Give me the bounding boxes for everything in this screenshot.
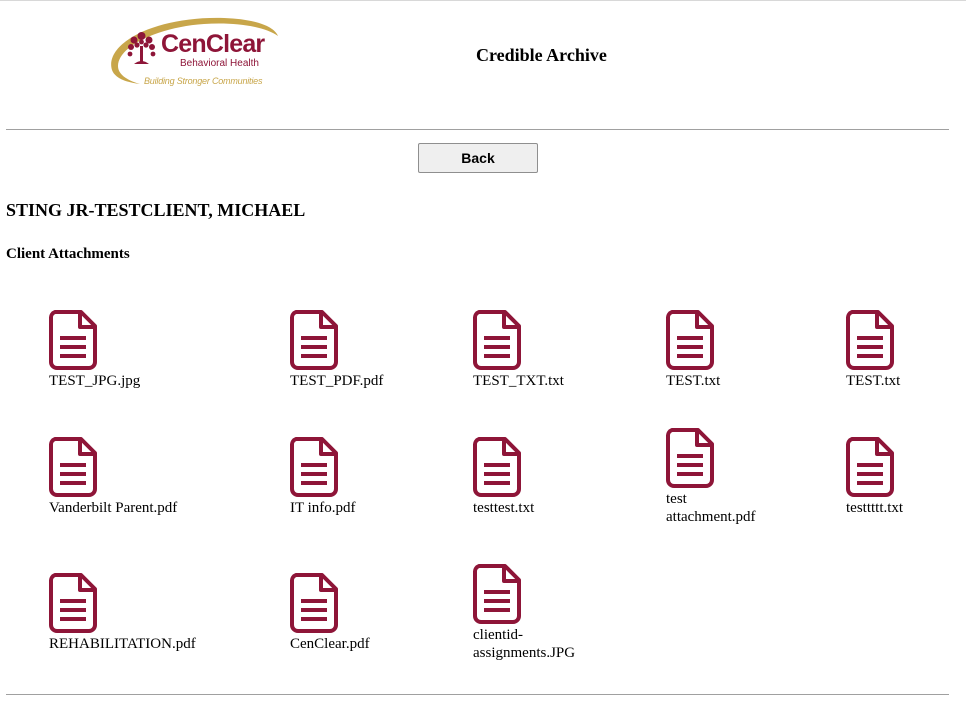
cenclear-logo[interactable]: CenClear Behavioral Health Building Stro… xyxy=(104,14,280,92)
header-divider xyxy=(6,129,949,130)
attachment-item[interactable]: CenClear.pdf xyxy=(290,573,370,652)
client-name: STING JR-TESTCLIENT, MICHAEL xyxy=(6,200,306,220)
attachment-item[interactable]: IT info.pdf xyxy=(290,437,356,516)
logo-name: CenClear xyxy=(161,30,265,58)
attachments-heading: Client Attachments xyxy=(6,246,130,262)
attachment-name[interactable]: Vanderbilt Parent.pdf xyxy=(49,499,179,517)
document-icon xyxy=(846,437,894,497)
attachment-item[interactable]: TEST.txt xyxy=(666,310,720,389)
attachment-item[interactable]: test attachment.pdf xyxy=(666,428,756,525)
document-icon xyxy=(49,573,97,633)
attachment-name[interactable]: testtttt.txt xyxy=(846,499,966,517)
attachment-item[interactable]: clientid-assignments.JPG xyxy=(473,564,575,661)
back-button[interactable]: Back xyxy=(418,143,538,173)
attachment-name[interactable]: TEST_PDF.pdf xyxy=(290,372,420,390)
attachment-item[interactable]: TEST_JPG.jpg xyxy=(49,310,140,389)
attachment-name[interactable]: IT info.pdf xyxy=(290,499,420,517)
footer-divider xyxy=(6,694,949,695)
attachment-name[interactable]: TEST.txt xyxy=(666,372,796,390)
document-icon xyxy=(666,428,714,488)
document-icon xyxy=(666,310,714,370)
document-icon xyxy=(473,564,521,624)
document-icon xyxy=(473,437,521,497)
attachment-item[interactable]: TEST_TXT.txt xyxy=(473,310,564,389)
attachment-name[interactable]: TEST_JPG.jpg xyxy=(49,372,179,390)
document-icon xyxy=(49,310,97,370)
document-icon xyxy=(473,310,521,370)
attachment-item[interactable]: REHABILITATION.pdf xyxy=(49,573,196,652)
attachment-item[interactable]: TEST.txt xyxy=(846,310,900,389)
logo-tagline: Building Stronger Communities xyxy=(144,76,263,86)
attachment-name[interactable]: CenClear.pdf xyxy=(290,635,420,653)
logo-subtitle: Behavioral Health xyxy=(180,58,259,69)
attachment-item[interactable]: testtest.txt xyxy=(473,437,534,516)
attachment-name[interactable]: REHABILITATION.pdf xyxy=(49,635,196,653)
document-icon xyxy=(290,310,338,370)
page-header: CenClear Behavioral Health Building Stro… xyxy=(0,0,966,128)
attachment-name[interactable]: TEST_TXT.txt xyxy=(473,372,603,390)
attachment-item[interactable]: Vanderbilt Parent.pdf xyxy=(49,437,177,516)
app-title: Credible Archive xyxy=(476,45,607,65)
document-icon xyxy=(846,310,894,370)
document-icon xyxy=(290,573,338,633)
attachment-name[interactable]: test attachment.pdf xyxy=(666,490,771,526)
attachment-name[interactable]: clientid-assignments.JPG xyxy=(473,626,593,662)
attachment-item[interactable]: TEST_PDF.pdf xyxy=(290,310,383,389)
attachment-name[interactable]: TEST.txt xyxy=(846,372,966,390)
attachment-item[interactable]: testtttt.txt xyxy=(846,437,903,516)
attachment-name[interactable]: testtest.txt xyxy=(473,499,603,517)
tree-icon xyxy=(127,32,156,64)
document-icon xyxy=(290,437,338,497)
document-icon xyxy=(49,437,97,497)
